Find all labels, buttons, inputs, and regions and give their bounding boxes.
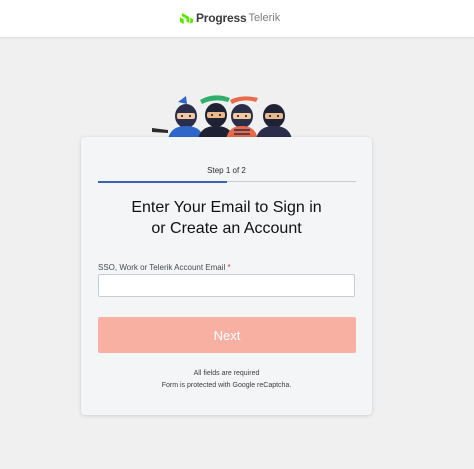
step-progress-track	[98, 180, 356, 183]
title-line-2: or Create an Account	[151, 220, 302, 237]
sign-in-card: Step 1 of 2 Enter Your Email to Sign in …	[81, 137, 372, 415]
page-title: Enter Your Email to Sign in or Create an…	[81, 197, 372, 239]
step-indicator: Step 1 of 2	[207, 166, 246, 175]
top-header: Progress Telerik	[0, 0, 474, 38]
email-field[interactable]	[98, 274, 355, 297]
progress-logo-icon	[180, 12, 193, 24]
email-field-label: SSO, Work or Telerik Account Email *	[98, 263, 231, 272]
next-button[interactable]: Next	[98, 317, 356, 353]
step-progress-fill	[98, 180, 227, 183]
ninjas-illustration	[152, 95, 292, 140]
brand-telerik-text: Telerik	[248, 12, 281, 24]
required-asterisk: *	[227, 263, 231, 272]
recaptcha-note: Form is protected with Google reCaptcha.	[161, 382, 292, 389]
title-line-1: Enter Your Email to Sign in	[131, 199, 322, 216]
progress-telerik-logo[interactable]: Progress Telerik	[180, 9, 280, 27]
brand-progress-text: Progress	[196, 11, 247, 25]
required-fields-note: All fields are required	[193, 370, 260, 377]
email-label-text: SSO, Work or Telerik Account Email	[98, 263, 226, 272]
